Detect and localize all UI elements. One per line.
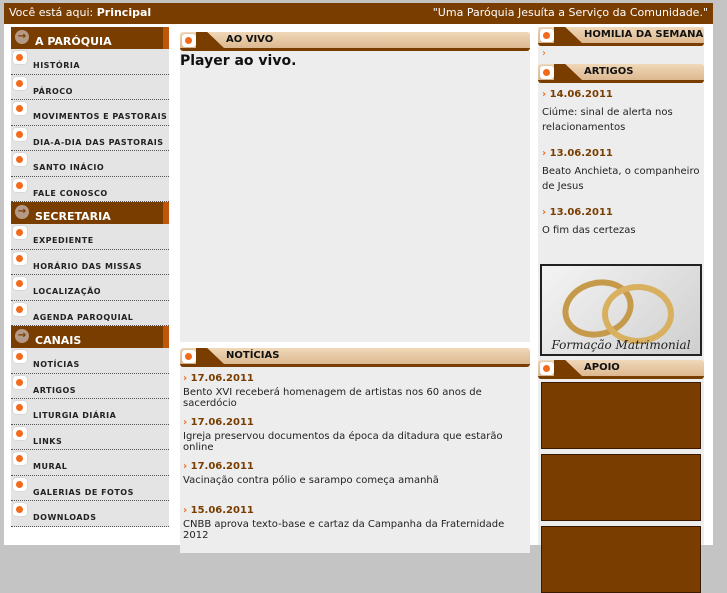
arrow-circle-icon: →: [15, 30, 29, 44]
motto: "Uma Paróquia Jesuíta a Serviço da Comun…: [432, 6, 708, 19]
news-item[interactable]: 17.06.2011Vacinação contra pólio e saram…: [180, 461, 530, 505]
live-header: AO VIVO: [180, 32, 530, 51]
sidebar-item[interactable]: GALERIAS DE FOTOS: [11, 475, 169, 501]
news-item[interactable]: 17.06.2011Igreja preservou documentos da…: [180, 417, 530, 461]
sidebar-item[interactable]: DOWNLOADS: [11, 501, 169, 527]
sidebar-item[interactable]: AGENDA PAROQUIAL: [11, 300, 169, 326]
sidebar-item[interactable]: EXPEDIENTE: [11, 224, 169, 250]
bullet-icon: [13, 426, 27, 440]
bullet-icon: [13, 178, 27, 192]
articles-list: 14.06.2011Ciúme: sinal de alerta nos rel…: [538, 87, 704, 260]
support-header: APOIO: [538, 360, 704, 379]
article-link[interactable]: Beato Anchieta, o companheiro de Jesus: [542, 166, 699, 192]
bullet-icon: [13, 251, 27, 265]
news-header: NOTÍCIAS: [180, 348, 530, 367]
sidebar-item[interactable]: MURAL: [11, 450, 169, 476]
article-link[interactable]: Ciúme: sinal de alerta nos relacionament…: [542, 107, 673, 133]
news-link[interactable]: CNBB aprova texto-base e cartaz da Campa…: [183, 519, 530, 541]
sidebar-item[interactable]: SANTO INÁCIO: [11, 151, 169, 177]
sidebar-item[interactable]: ARTIGOS: [11, 373, 169, 399]
bullet-icon: [540, 29, 554, 42]
breadcrumb: Você está aqui: Principal: [9, 6, 152, 19]
support-banner[interactable]: [541, 382, 701, 449]
bullet-icon: [13, 127, 27, 141]
bullet-icon: [182, 34, 196, 47]
sidebar-item[interactable]: LINKS: [11, 424, 169, 450]
articles-header: ARTIGOS: [538, 64, 704, 83]
bullet-icon: [13, 452, 27, 465]
bullet-icon: [13, 76, 27, 90]
support-banner[interactable]: [541, 526, 701, 593]
news-item[interactable]: 15.06.2011CNBB aprova texto-base e carta…: [180, 505, 530, 549]
bullet-icon: [13, 503, 27, 516]
bullet-icon: [13, 350, 27, 363]
news-link[interactable]: Vacinação contra pólio e sarampo começa …: [183, 475, 530, 486]
homily-header: HOMILIA DA SEMANA: [538, 27, 704, 46]
sidebar-item[interactable]: MOVIMENTOS E PASTORAIS: [11, 100, 169, 126]
bullet-icon: [13, 153, 27, 166]
article-item[interactable]: 13.06.2011O fim das certezas: [538, 205, 704, 260]
bullet-icon: [13, 401, 27, 414]
bullet-icon: [540, 362, 554, 375]
bullet-icon: [182, 350, 196, 363]
article-link[interactable]: O fim das certezas: [542, 225, 636, 236]
bullet-icon: [13, 477, 27, 491]
sidebar-section-header: → A PARÓQUIA: [11, 27, 169, 49]
sidebar-item[interactable]: NOTÍCIAS: [11, 348, 169, 374]
sidebar-item[interactable]: HORÁRIO DAS MISSAS: [11, 249, 169, 275]
bullet-icon: [13, 226, 27, 239]
live-player[interactable]: Player ao vivo.: [180, 51, 530, 342]
support-banner[interactable]: [541, 454, 701, 521]
news-link[interactable]: Igreja preservou documentos da época da …: [183, 431, 530, 453]
breadcrumb-current[interactable]: Principal: [97, 6, 151, 19]
bullet-icon: [13, 277, 27, 290]
formacao-matrimonial-banner[interactable]: Formação Matrimonial: [540, 264, 702, 356]
right-column: HOMILIA DA SEMANA › ARTIGOS 14.06.2011Ci…: [538, 27, 704, 593]
sidebar-item[interactable]: HISTÓRIA: [11, 49, 169, 75]
sidebar-section-header: → SECRETARIA: [11, 202, 169, 224]
bullet-icon: [13, 302, 27, 316]
article-item[interactable]: 13.06.2011Beato Anchieta, o companheiro …: [538, 146, 704, 201]
player-text: Player ao vivo.: [180, 53, 297, 69]
top-bar: Você está aqui: Principal "Uma Paróquia …: [4, 3, 713, 24]
sidebar-item[interactable]: DIA-A-DIA DAS PASTORAIS: [11, 125, 169, 151]
sidebar-item[interactable]: LITURGIA DIÁRIA: [11, 399, 169, 425]
bullet-icon: [13, 51, 27, 64]
arrow-circle-icon: →: [15, 329, 29, 343]
bullet-icon: [540, 66, 554, 79]
news-link[interactable]: Bento XVI receberá homenagem de artistas…: [183, 387, 530, 409]
article-item[interactable]: 14.06.2011Ciúme: sinal de alerta nos rel…: [538, 87, 704, 142]
page: → A PARÓQUIA HISTÓRIA PÁROCO MOVIMENTOS E PA…: [4, 24, 713, 593]
bullet-icon: [13, 102, 27, 115]
sidebar-item[interactable]: PÁROCO: [11, 74, 169, 100]
news-item[interactable]: 17.06.2011Bento XVI receberá homenagem d…: [180, 373, 530, 417]
news-list: 17.06.2011Bento XVI receberá homenagem d…: [180, 367, 530, 553]
sidebar-section-header: → CANAIS: [11, 326, 169, 348]
sidebar-item[interactable]: FALE CONOSCO: [11, 176, 169, 202]
arrow-circle-icon: →: [15, 205, 29, 219]
sidebar-item[interactable]: LOCALIZAÇÃO: [11, 275, 169, 301]
bullet-icon: [13, 375, 27, 389]
arrow-icon: ›: [542, 48, 546, 59]
sidebar: → A PARÓQUIA HISTÓRIA PÁROCO MOVIMENTOS E PA…: [11, 27, 169, 527]
center-column: AO VIVO Player ao vivo. NOTÍCIAS 17.06.2…: [180, 32, 530, 553]
